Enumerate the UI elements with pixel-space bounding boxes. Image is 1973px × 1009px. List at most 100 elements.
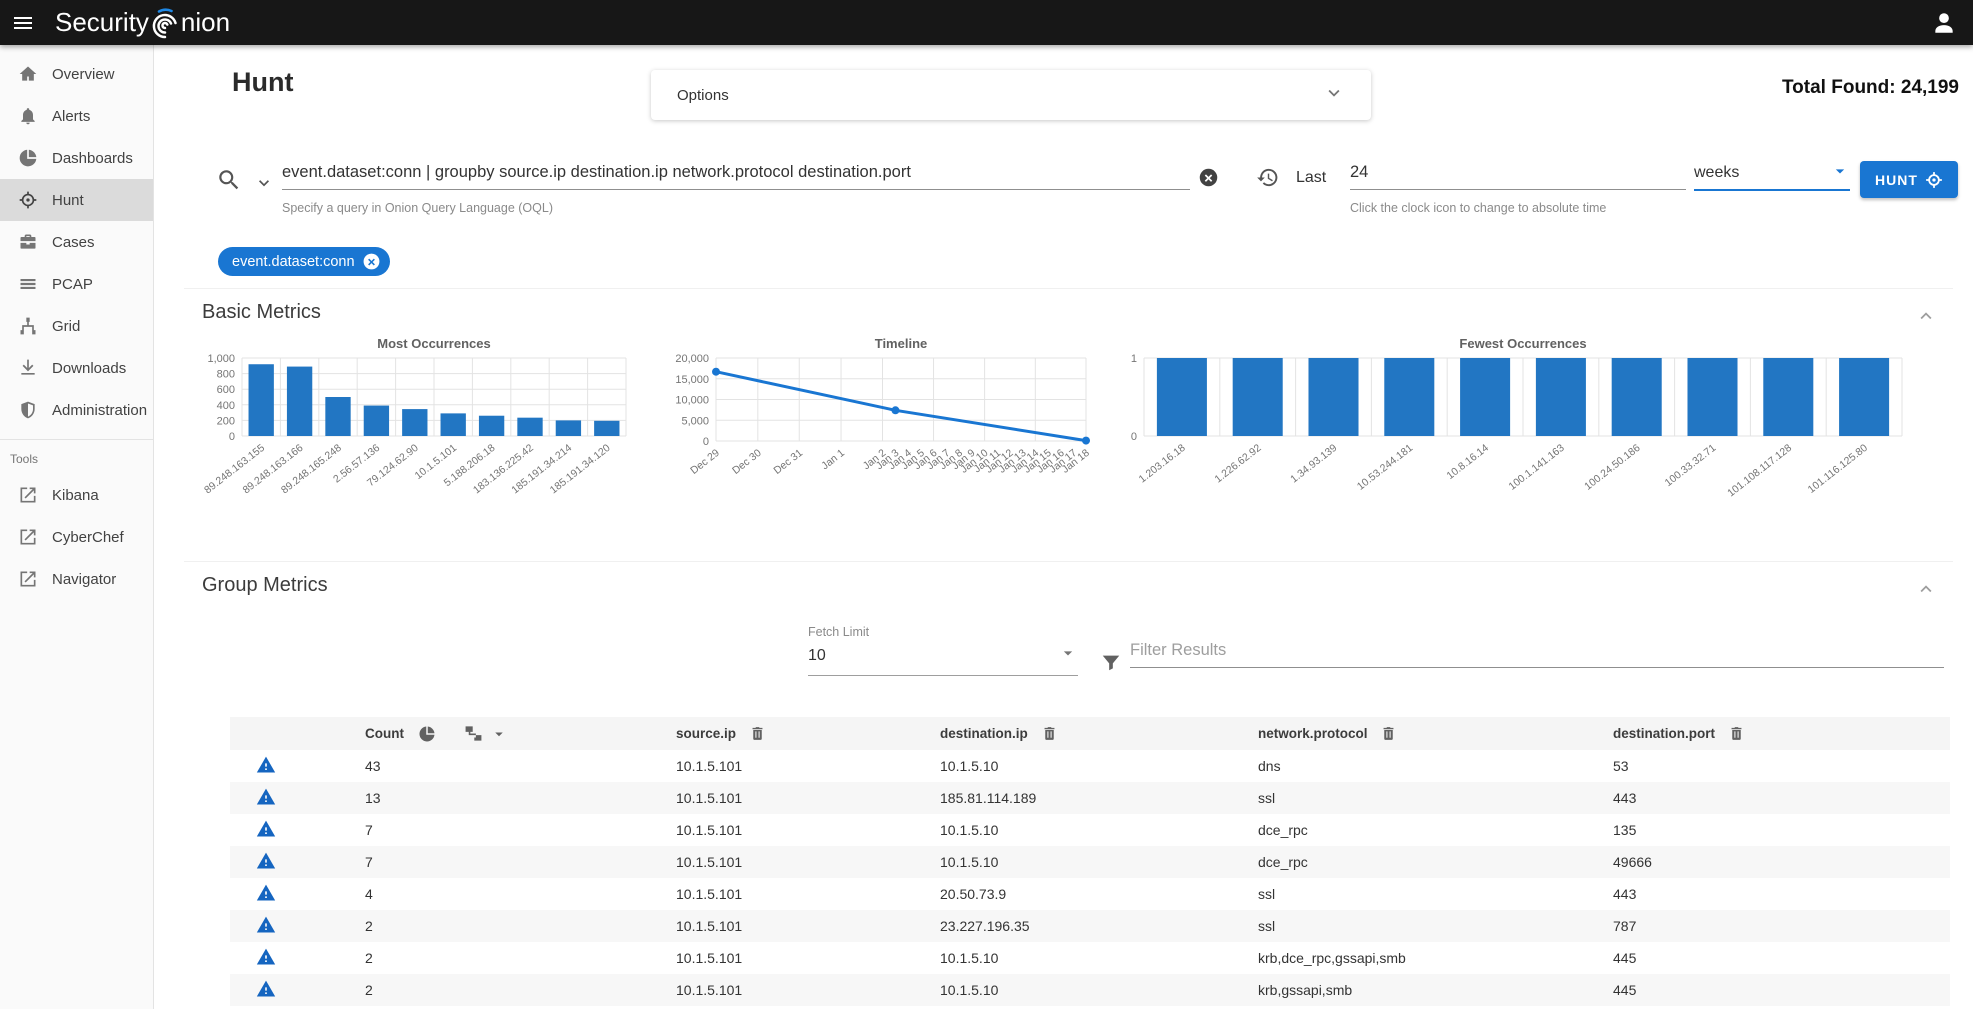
source-ip-cell: 10.1.5.101 [676, 974, 940, 1006]
row-warning-icon[interactable] [256, 851, 276, 871]
pivot-diagram-icon[interactable] [464, 724, 483, 743]
bar-10.1.5.101[interactable] [441, 413, 466, 436]
bar-100.1.141.163[interactable] [1536, 358, 1586, 436]
clock-history-icon[interactable] [1256, 166, 1279, 194]
sidebar-item-label: Kibana [52, 487, 99, 504]
fetch-limit-select[interactable]: 10 [808, 639, 1078, 676]
menu-icon[interactable] [0, 0, 46, 45]
filter-chip-event-dataset-conn[interactable]: event.dataset:conn [218, 247, 390, 276]
x-axis-label: Jan 1 [819, 447, 847, 472]
sidebar-item-cyberchef[interactable]: CyberChef [0, 516, 153, 558]
count-cell: 7 [365, 846, 676, 878]
collapse-group-metrics-icon[interactable] [1915, 578, 1937, 605]
external-link-icon [18, 527, 38, 547]
bar-1.203.16.18[interactable] [1157, 358, 1207, 436]
bar-2.56.57.136[interactable] [364, 406, 389, 436]
bar-101.116.125.80[interactable] [1839, 358, 1889, 436]
timeline-data-point[interactable] [712, 368, 720, 376]
source-ip-column-header[interactable]: source.ip [676, 726, 736, 741]
pie-chart-toggle-icon[interactable] [418, 725, 436, 743]
bar-185.191.34.120[interactable] [594, 421, 619, 436]
x-axis-label: 100.1.141.163 [1506, 442, 1566, 493]
row-actions-cell [230, 974, 365, 1006]
hunt-button[interactable]: HUNT [1860, 161, 1958, 198]
remove-filter-icon[interactable] [362, 252, 381, 271]
options-panel[interactable]: Options [651, 70, 1371, 120]
x-axis-label: 101.116.125.80 [1806, 442, 1870, 496]
dropdown-caret-icon[interactable] [490, 725, 508, 743]
bar-101.108.117.128[interactable] [1763, 358, 1813, 436]
trash-icon[interactable] [749, 725, 766, 742]
bar-185.191.34.214[interactable] [556, 420, 581, 436]
destination-ip-column-header[interactable]: destination.ip [940, 726, 1028, 741]
bar-89.248.163.155[interactable] [249, 364, 274, 436]
trash-icon[interactable] [1041, 725, 1058, 742]
source-ip-cell: 10.1.5.101 [676, 814, 940, 846]
trash-icon[interactable] [1380, 725, 1397, 742]
destination-port-cell: 443 [1613, 782, 1950, 814]
clear-query-icon[interactable] [1198, 167, 1219, 193]
bar-5.188.206.18[interactable] [479, 416, 504, 436]
group-metrics-controls: Fetch Limit 10 [184, 625, 1953, 717]
warning-column-header [230, 717, 365, 750]
bar-100.24.50.186[interactable] [1612, 358, 1662, 436]
count-column-header[interactable]: Count [365, 726, 404, 741]
row-actions-cell [230, 942, 365, 974]
sidebar-item-pcap[interactable]: PCAP [0, 263, 153, 305]
sidebar-item-kibana[interactable]: Kibana [0, 474, 153, 516]
table-row: 4310.1.5.10110.1.5.10dns53 [230, 750, 1950, 782]
row-warning-icon[interactable] [256, 979, 276, 999]
fetch-limit-field: Fetch Limit 10 [808, 625, 1078, 676]
sidebar-item-dashboards[interactable]: Dashboards [0, 137, 153, 179]
bar-89.248.165.248[interactable] [325, 397, 350, 436]
bar-1.34.93.139[interactable] [1308, 358, 1358, 436]
row-warning-icon[interactable] [256, 915, 276, 935]
bar-79.124.62.90[interactable] [402, 409, 427, 436]
count-cell: 2 [365, 910, 676, 942]
sidebar-item-administration[interactable]: Administration [0, 389, 153, 431]
hunt-button-label: HUNT [1875, 172, 1918, 188]
sidebar-item-navigator[interactable]: Navigator [0, 558, 153, 600]
bar-1.226.62.92[interactable] [1233, 358, 1283, 436]
group-metrics-table: Count source.ip [230, 717, 1950, 1006]
row-actions-cell [230, 846, 365, 878]
group-metrics-section: Group Metrics Fetch Limit 10 [184, 561, 1953, 1006]
destination-port-column-header[interactable]: destination.port [1613, 726, 1715, 741]
row-warning-icon[interactable] [256, 883, 276, 903]
sidebar-item-overview[interactable]: Overview [0, 53, 153, 95]
pie-chart-icon [18, 148, 38, 168]
collapse-basic-metrics-icon[interactable] [1915, 305, 1937, 332]
sidebar-item-cases[interactable]: Cases [0, 221, 153, 263]
time-value-input[interactable] [1350, 157, 1686, 190]
y-axis-tick: 20,000 [675, 353, 709, 365]
filter-results-input[interactable] [1130, 635, 1944, 668]
time-unit-select[interactable]: weeks [1694, 157, 1850, 191]
bar-183.136.225.42[interactable] [517, 418, 542, 436]
user-account-icon[interactable] [1931, 10, 1957, 36]
query-history-caret-icon[interactable] [254, 173, 274, 198]
search-icon[interactable] [216, 167, 242, 198]
home-icon [18, 64, 38, 84]
count-cell: 43 [365, 750, 676, 782]
row-warning-icon[interactable] [256, 819, 276, 839]
timeline-data-point[interactable] [891, 406, 899, 414]
sidebar-item-grid[interactable]: Grid [0, 305, 153, 347]
row-warning-icon[interactable] [256, 755, 276, 775]
destination-port-cell: 787 [1613, 910, 1950, 942]
timeline-data-point[interactable] [1082, 437, 1090, 445]
row-warning-icon[interactable] [256, 947, 276, 967]
trash-icon[interactable] [1728, 725, 1745, 742]
bar-10.8.16.14[interactable] [1460, 358, 1510, 436]
bar-89.248.163.166[interactable] [287, 367, 312, 436]
sidebar-item-alerts[interactable]: Alerts [0, 95, 153, 137]
x-axis-label: 10.8.16.14 [1444, 442, 1491, 482]
sidebar-item-label: Downloads [52, 360, 126, 377]
network-protocol-column-header[interactable]: network.protocol [1258, 726, 1368, 741]
bar-100.33.32.71[interactable] [1687, 358, 1737, 436]
sidebar-item-downloads[interactable]: Downloads [0, 347, 153, 389]
query-input[interactable] [282, 157, 1190, 190]
bar-10.53.244.181[interactable] [1384, 358, 1434, 436]
sidebar-item-label: Grid [52, 318, 80, 335]
row-warning-icon[interactable] [256, 787, 276, 807]
sidebar-item-hunt[interactable]: Hunt [0, 179, 153, 221]
